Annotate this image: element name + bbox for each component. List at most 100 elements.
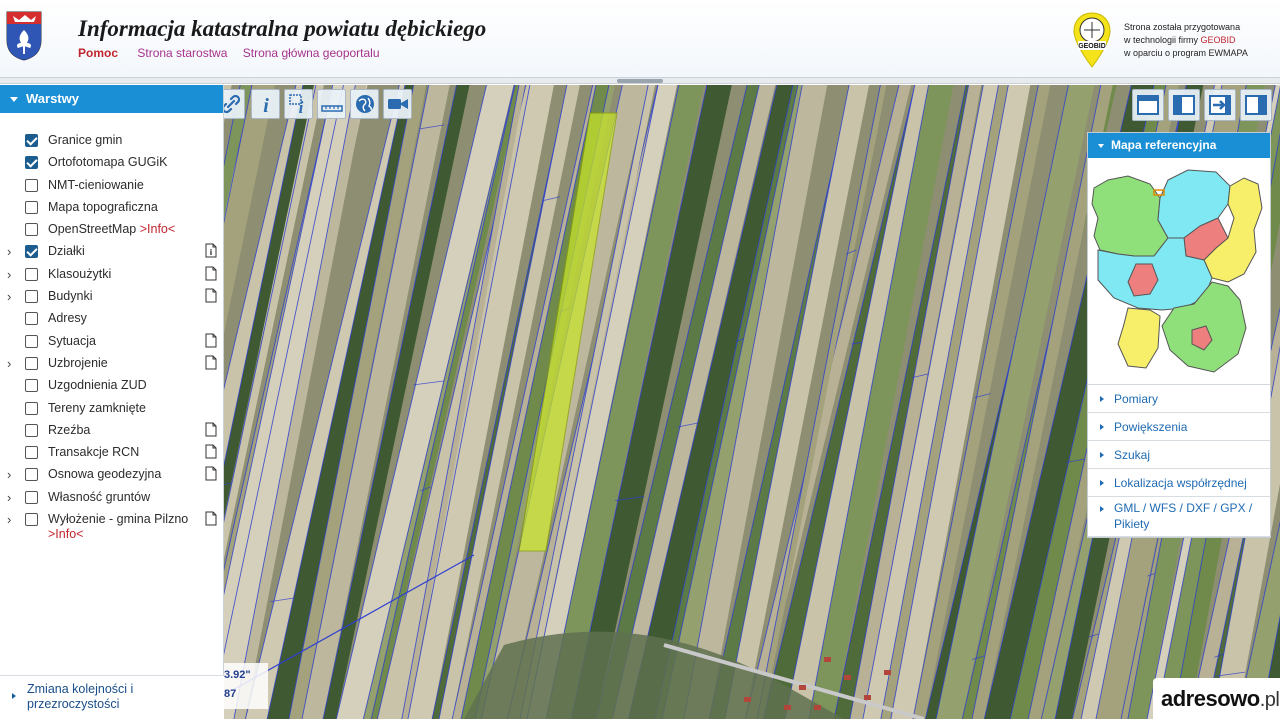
layer-info-link[interactable]: >Info<: [48, 527, 83, 541]
layer-order-link[interactable]: Zmiana kolejności i przezroczystości: [0, 675, 224, 719]
layer-checkbox[interactable]: [25, 401, 38, 415]
reference-map[interactable]: [1088, 158, 1270, 385]
layer-legend-document-icon[interactable]: [205, 288, 217, 303]
help-link[interactable]: Pomoc: [78, 46, 118, 60]
accordion-item[interactable]: Szukaj: [1088, 441, 1270, 469]
link-tool-button[interactable]: [224, 89, 245, 119]
layer-legend-document-icon[interactable]: [205, 266, 217, 281]
layer-row[interactable]: NMT-cieniowanie: [0, 176, 224, 198]
layer-row[interactable]: › Budynki: [0, 287, 224, 309]
layout-full-button[interactable]: [1132, 89, 1164, 121]
layer-label[interactable]: Sytuacja: [48, 334, 96, 348]
accordion-item[interactable]: Pomiary: [1088, 385, 1270, 413]
layer-row[interactable]: Uzgodnienia ZUD: [0, 376, 224, 398]
layer-row[interactable]: › Działki i: [0, 242, 224, 264]
expand-chevron-icon[interactable]: ›: [7, 356, 19, 371]
expand-chevron-icon[interactable]: ›: [7, 267, 19, 282]
layer-label[interactable]: Budynki: [48, 289, 92, 303]
layer-row[interactable]: › Własność gruntów: [0, 488, 224, 510]
layer-checkbox[interactable]: [25, 245, 38, 259]
layer-row[interactable]: OpenStreetMap >Info<: [0, 220, 224, 242]
county-overview-map[interactable]: [1088, 158, 1272, 385]
expand-chevron-icon[interactable]: ›: [7, 490, 19, 505]
layer-row[interactable]: Granice gmin: [0, 131, 224, 153]
globe-tool-button[interactable]: [350, 89, 379, 119]
layer-label[interactable]: Mapa topograficzna: [48, 200, 158, 214]
layer-checkbox[interactable]: [25, 490, 38, 504]
expand-chevron-icon[interactable]: ›: [7, 290, 19, 304]
layer-checkbox[interactable]: [25, 356, 38, 370]
layer-row[interactable]: › Uzbrojenie: [0, 354, 224, 376]
expand-chevron-icon[interactable]: ›: [7, 245, 19, 259]
layer-row[interactable]: › Osnowa geodezyjna: [0, 465, 224, 487]
layer-label[interactable]: Adresy: [48, 311, 87, 325]
layer-row[interactable]: Transakcje RCN: [0, 443, 224, 465]
layer-legend-document-icon[interactable]: [205, 444, 217, 459]
header-splitter[interactable]: [0, 78, 1280, 84]
layer-checkbox[interactable]: [25, 290, 38, 304]
layer-checkbox[interactable]: [25, 134, 38, 147]
layer-row[interactable]: › Wyłożenie - gmina Pilzno >Info<: [0, 510, 224, 546]
layer-label[interactable]: Uzbrojenie: [48, 356, 108, 370]
layer-checkbox[interactable]: [25, 468, 38, 482]
layer-label[interactable]: Wyłożenie - gmina Pilzno >Info<: [48, 512, 188, 542]
layer-checkbox[interactable]: [25, 312, 38, 326]
geobid-brand-link[interactable]: GEOBID: [1201, 35, 1236, 45]
accordion-item[interactable]: Powiększenia: [1088, 413, 1270, 441]
accordion-item[interactable]: Lokalizacja współrzędnej: [1088, 469, 1270, 497]
layer-row[interactable]: Mapa topograficzna: [0, 198, 224, 220]
layer-label[interactable]: Transakcje RCN: [48, 445, 139, 459]
layer-label[interactable]: Własność gruntów: [48, 490, 150, 504]
layer-checkbox[interactable]: [25, 334, 38, 348]
layer-order-label[interactable]: Zmiana kolejności i przezroczystości: [27, 682, 224, 712]
layer-checkbox[interactable]: [25, 223, 38, 237]
layer-row[interactable]: › Klasoużytki: [0, 265, 224, 287]
layout-export-button[interactable]: [1204, 89, 1236, 121]
layer-checkbox[interactable]: [25, 513, 38, 527]
layer-label[interactable]: OpenStreetMap >Info<: [48, 222, 175, 236]
expand-chevron-icon[interactable]: ›: [7, 513, 19, 527]
layer-legend-document-icon[interactable]: [205, 355, 217, 370]
county-site-link[interactable]: Strona starostwa: [137, 46, 227, 60]
layout-right-panel-button[interactable]: [1240, 89, 1272, 121]
layer-row[interactable]: Tereny zamknięte: [0, 399, 224, 421]
measure-tool-button[interactable]: [317, 89, 346, 119]
layer-legend-document-icon[interactable]: [205, 333, 217, 348]
layer-checkbox[interactable]: [25, 446, 38, 460]
layer-legend-document-icon[interactable]: [205, 422, 217, 437]
geoportal-home-link[interactable]: Strona główna geoportalu: [243, 46, 380, 60]
info-tool-button[interactable]: i: [251, 89, 280, 119]
layer-checkbox[interactable]: [25, 423, 38, 437]
accordion-item[interactable]: GML / WFS / DXF / GPX / Pikiety: [1088, 497, 1270, 537]
layer-label[interactable]: Uzgodnienia ZUD: [48, 378, 147, 392]
layer-label[interactable]: Klasoużytki: [48, 267, 111, 281]
layer-row[interactable]: Ortofotomapa GUGiK: [0, 153, 224, 175]
layer-checkbox[interactable]: [25, 178, 38, 192]
reference-map-header[interactable]: Mapa referencyjna: [1088, 133, 1270, 158]
layer-label[interactable]: NMT-cieniowanie: [48, 178, 144, 192]
video-tool-button[interactable]: [383, 89, 412, 119]
layer-row[interactable]: Adresy: [0, 309, 224, 331]
splitter-grip[interactable]: [617, 79, 663, 83]
layer-label[interactable]: Tereny zamknięte: [48, 401, 146, 415]
expand-chevron-icon[interactable]: ›: [7, 468, 19, 482]
layer-legend-document-icon[interactable]: [205, 511, 217, 526]
layer-checkbox[interactable]: [25, 200, 38, 214]
layer-label[interactable]: Ortofotomapa GUGiK: [48, 155, 168, 169]
layer-label[interactable]: Granice gmin: [48, 133, 122, 147]
layer-row[interactable]: Rzeźba: [0, 421, 224, 443]
layer-checkbox[interactable]: [25, 267, 38, 281]
info-box-tool-button[interactable]: i: [284, 89, 313, 119]
layer-legend-document-icon[interactable]: [205, 466, 217, 481]
layer-checkbox[interactable]: [25, 379, 38, 393]
layer-row[interactable]: Sytuacja: [0, 332, 224, 354]
layer-checkbox[interactable]: [25, 156, 38, 170]
layout-left-panel-button[interactable]: [1168, 89, 1200, 121]
layer-legend-info-icon[interactable]: i: [205, 243, 217, 258]
layer-label[interactable]: Rzeźba: [48, 423, 90, 437]
layer-label[interactable]: Osnowa geodezyjna: [48, 467, 161, 481]
geobid-logo[interactable]: GEOBID: [1072, 11, 1112, 69]
layer-info-link[interactable]: >Info<: [140, 222, 175, 236]
layer-label[interactable]: Działki: [48, 244, 85, 258]
layers-panel-header[interactable]: Warstwy: [0, 85, 223, 113]
